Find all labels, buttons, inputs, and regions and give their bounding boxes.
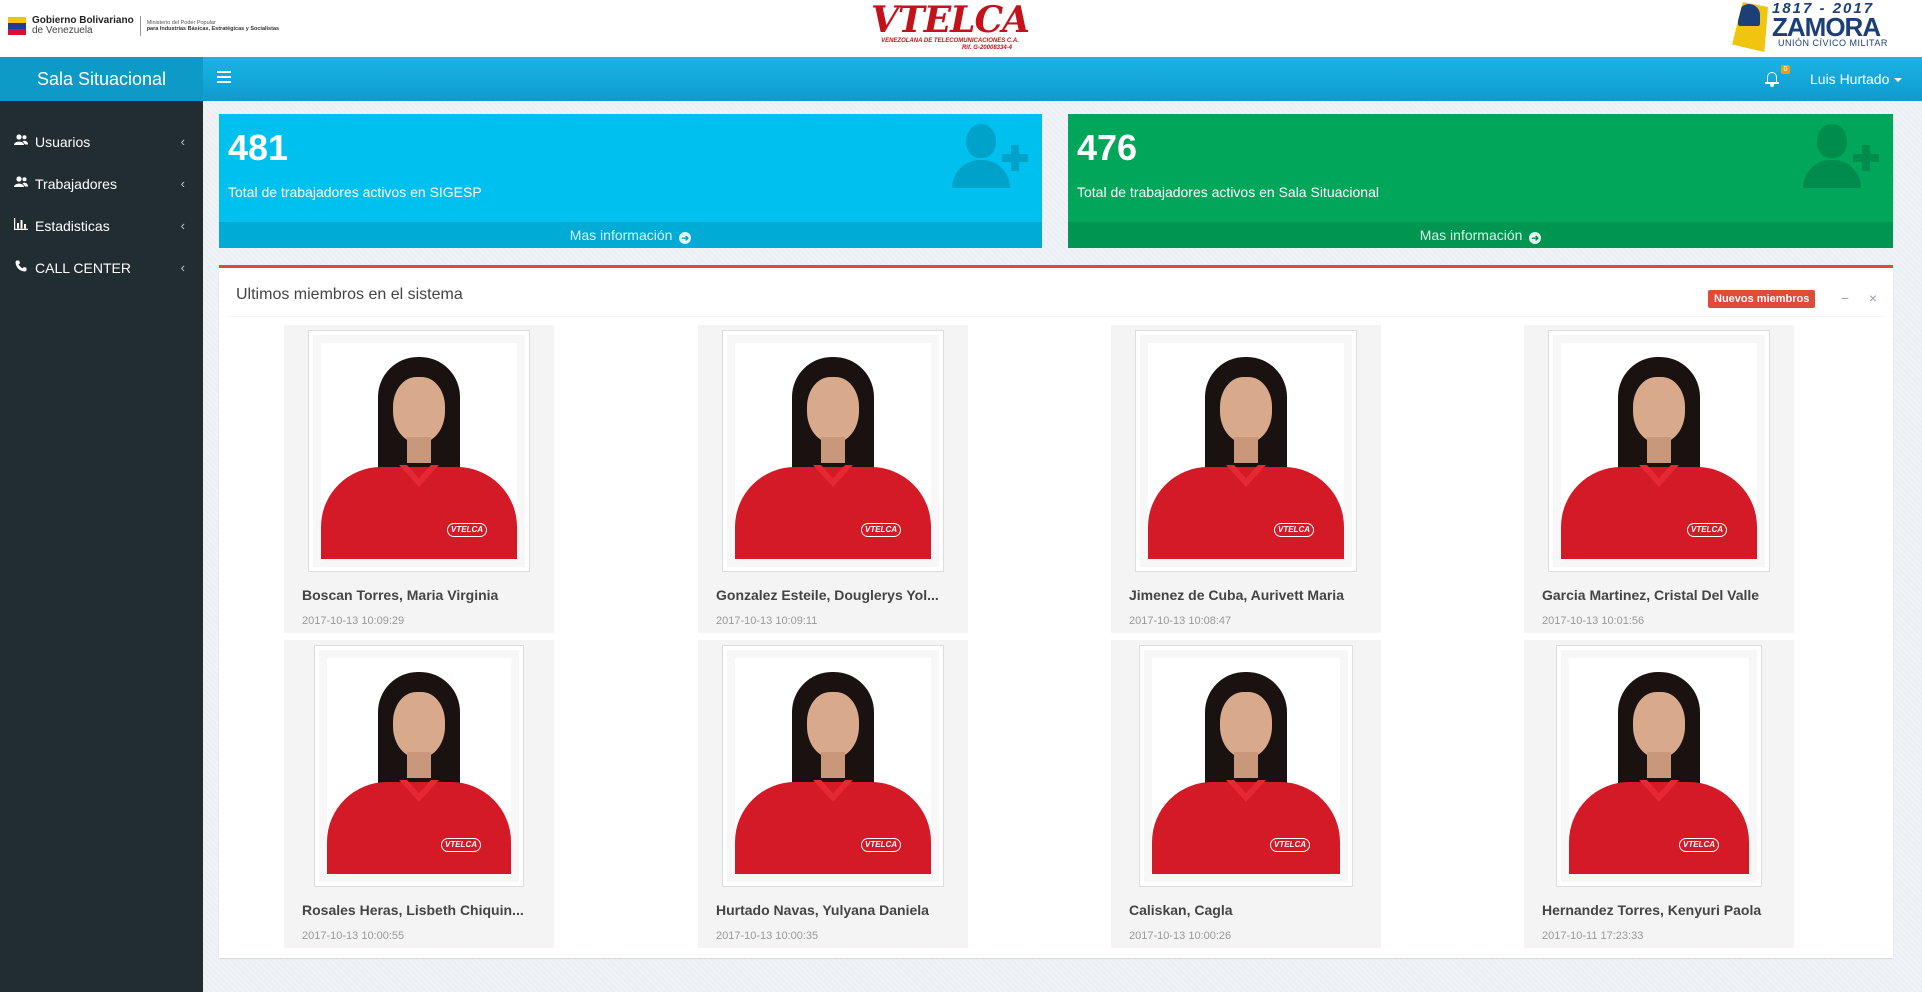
stat-box-sala-situacional: 476 Total de trabajadores activos en Sal…	[1068, 114, 1893, 248]
chevron-left-icon: ‹	[180, 218, 185, 233]
member-name[interactable]: Garcia Martinez, Cristal Del Valle	[1542, 587, 1782, 603]
user-plus-icon	[952, 124, 1032, 188]
app-logo[interactable]: Sala Situacional	[0, 57, 203, 101]
member-date: 2017-10-13 10:09:11	[716, 615, 818, 627]
member-name[interactable]: Boscan Torres, Maria Virginia	[302, 587, 542, 603]
sidebar: Usuarios ‹ Trabajadores ‹ Estadisticas ‹…	[0, 101, 203, 992]
user-name: Luis Hurtado	[1810, 71, 1890, 87]
member-photo[interactable]: VTELCA	[722, 330, 944, 572]
member-date: 2017-10-13 10:01:56	[1542, 615, 1645, 627]
member-photo[interactable]: VTELCA	[722, 645, 944, 887]
chevron-left-icon: ‹	[180, 176, 185, 191]
member-name[interactable]: Caliskan, Cagla	[1129, 902, 1369, 918]
main-content: 481 Total de trabajadores activos en SIG…	[203, 101, 1922, 992]
bell-icon[interactable]	[1764, 70, 1780, 88]
chevron-left-icon: ‹	[180, 134, 185, 149]
box-header: Ultimos miembros en el sistema Nuevos mi…	[227, 268, 1885, 317]
vtelca-logo: VTELCA VENEZOLANA DE TELECOMUNICACIONES …	[870, 0, 1030, 51]
zamora-emblem-icon	[1732, 2, 1768, 52]
stat-value: 481	[228, 127, 289, 168]
close-icon[interactable]: ×	[1865, 290, 1881, 306]
arrow-circle-right-icon: ➜	[679, 232, 692, 244]
government-logo: Gobierno Bolivariano de Venezuela Ministe…	[8, 16, 279, 36]
list-item: VTELCA Jimenez de Cuba, Aurivett Maria 2…	[1111, 325, 1381, 633]
top-navbar: 0 Luis Hurtado	[203, 57, 1922, 101]
member-name[interactable]: Hurtado Navas, Yulyana Daniela	[716, 902, 956, 918]
member-name[interactable]: Rosales Heras, Lisbeth Chiquin...	[302, 902, 542, 918]
member-date: 2017-10-13 10:09:29	[302, 615, 405, 627]
sidebar-item-usuarios[interactable]: Usuarios ‹	[0, 121, 203, 163]
collapse-icon[interactable]: −	[1837, 290, 1853, 306]
sidebar-toggle-icon[interactable]	[217, 71, 231, 87]
venezuela-flag-icon	[8, 17, 26, 35]
new-members-badge: Nuevos miembros	[1708, 290, 1816, 308]
list-item: VTELCA Hernandez Torres, Kenyuri Paola 2…	[1524, 640, 1794, 948]
member-date: 2017-10-11 17:23:33	[1542, 930, 1644, 942]
member-photo[interactable]: VTELCA	[314, 645, 524, 887]
list-item: VTELCA Hurtado Navas, Yulyana Daniela 20…	[698, 640, 968, 948]
member-photo[interactable]: VTELCA	[1139, 645, 1353, 887]
box-title: Ultimos miembros en el sistema	[236, 286, 463, 303]
member-photo[interactable]: VTELCA	[308, 330, 530, 572]
member-name[interactable]: Gonzalez Esteile, Douglerys Yol...	[716, 587, 956, 603]
more-info-link[interactable]: Mas información ➜	[1068, 222, 1893, 248]
top-banner: Gobierno Bolivariano de Venezuela Ministe…	[0, 0, 1922, 57]
stat-value: 476	[1077, 127, 1138, 168]
list-item: VTELCA Gonzalez Esteile, Douglerys Yol..…	[698, 325, 968, 633]
list-item: VTELCA Rosales Heras, Lisbeth Chiquin...…	[284, 640, 554, 948]
zamora-logo: 1817 - 2017 ZAMORA UNIÓN CÍVICO MILITAR	[1732, 0, 1902, 54]
user-menu[interactable]: Luis Hurtado	[1810, 57, 1903, 101]
stat-box-sigesp: 481 Total de trabajadores activos en SIG…	[219, 114, 1042, 248]
list-item: VTELCA Garcia Martinez, Cristal Del Vall…	[1524, 325, 1794, 633]
member-date: 2017-10-13 10:08:47	[1129, 615, 1232, 627]
member-photo[interactable]: VTELCA	[1556, 645, 1762, 887]
member-name[interactable]: Hernandez Torres, Kenyuri Paola	[1542, 902, 1782, 918]
caret-down-icon	[1894, 78, 1903, 83]
user-plus-icon	[1803, 124, 1883, 188]
more-info-link[interactable]: Mas información ➜	[219, 222, 1042, 248]
phone-icon	[13, 247, 29, 289]
chevron-left-icon: ‹	[180, 260, 185, 275]
sidebar-item-trabajadores[interactable]: Trabajadores ‹	[0, 163, 203, 205]
notifications-badge: 0	[1781, 65, 1790, 74]
sidebar-item-call-center[interactable]: CALL CENTER ‹	[0, 247, 203, 289]
stat-description: Total de trabajadores activos en Sala Si…	[1077, 184, 1379, 200]
users-icon	[13, 163, 29, 205]
sidebar-item-estadisticas[interactable]: Estadisticas ‹	[0, 205, 203, 247]
arrow-circle-right-icon: ➜	[1529, 232, 1542, 244]
latest-members-box: Ultimos miembros en el sistema Nuevos mi…	[219, 265, 1893, 958]
stat-description: Total de trabajadores activos en SIGESP	[228, 184, 482, 200]
government-name: Gobierno Bolivariano de Venezuela	[32, 15, 134, 36]
member-photo[interactable]: VTELCA	[1135, 330, 1357, 572]
list-item: VTELCA Caliskan, Cagla 2017-10-13 10:00:…	[1111, 640, 1381, 948]
bar-chart-icon	[13, 205, 29, 247]
member-date: 2017-10-13 10:00:55	[302, 930, 405, 942]
member-photo[interactable]: VTELCA	[1548, 330, 1770, 572]
ministry-name: Ministerio del Poder Popular para Industr…	[146, 19, 280, 33]
member-date: 2017-10-13 10:00:35	[716, 930, 819, 942]
member-date: 2017-10-13 10:00:26	[1129, 930, 1232, 942]
users-icon	[13, 121, 29, 163]
member-name[interactable]: Jimenez de Cuba, Aurivett Maria	[1129, 587, 1369, 603]
list-item: VTELCA Boscan Torres, Maria Virginia 201…	[284, 325, 554, 633]
